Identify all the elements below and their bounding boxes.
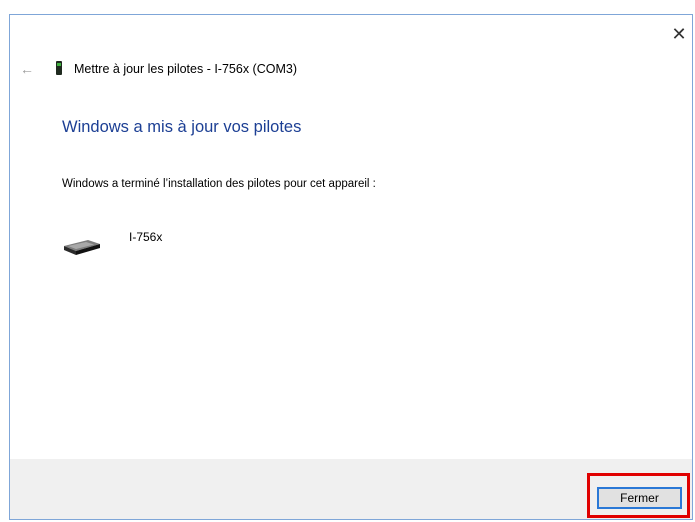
device-list-item: I-756x (62, 225, 362, 265)
install-description: Windows a terminé l’installation des pil… (62, 178, 376, 190)
fermer-button[interactable]: Fermer (597, 487, 682, 509)
driver-update-dialog: ✕ ← Mettre à jour les pilotes - I-756x (… (9, 14, 693, 520)
usb-serial-device-icon (64, 240, 100, 255)
close-icon[interactable]: ✕ (668, 23, 690, 45)
dialog-footer: Fermer (10, 459, 692, 519)
dialog-header-title: Mettre à jour les pilotes - I-756x (COM3… (74, 62, 297, 76)
device-small-icon (54, 61, 64, 77)
dialog-header: ← Mettre à jour les pilotes - I-756x (CO… (20, 59, 297, 79)
page-title: Windows a mis à jour vos pilotes (62, 118, 302, 136)
device-name: I-756x (129, 230, 163, 244)
back-arrow-icon[interactable]: ← (20, 61, 42, 77)
